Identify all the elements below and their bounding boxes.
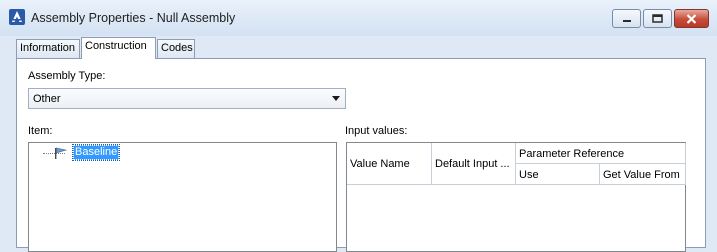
tab-information[interactable]: Information (16, 39, 80, 59)
minimize-icon (622, 19, 631, 22)
column-header-parameter-reference[interactable]: Parameter Reference (516, 143, 686, 164)
tab-construction[interactable]: Construction (81, 37, 156, 59)
tree-item-baseline[interactable]: Baseline (71, 144, 121, 161)
baseline-flag-icon (55, 147, 68, 159)
column-header-default-input[interactable]: Default Input ... (432, 143, 516, 185)
minimize-button[interactable] (612, 9, 641, 28)
input-values-grid[interactable]: Value Name Default Input ... Parameter R… (346, 142, 686, 252)
item-label: Item: (28, 125, 53, 137)
item-tree[interactable]: Baseline (28, 142, 337, 252)
assembly-type-dropdown[interactable]: Other (28, 88, 346, 109)
column-header-get-value-from[interactable]: Get Value From (600, 164, 686, 185)
column-header-value-name[interactable]: Value Name (347, 143, 432, 185)
column-header-use[interactable]: Use (516, 164, 600, 185)
assembly-type-value: Other (33, 93, 61, 105)
maximize-button[interactable] (643, 9, 672, 28)
title-bar[interactable]: Assembly Properties - Null Assembly (0, 0, 717, 36)
window-title: Assembly Properties - Null Assembly (31, 11, 236, 25)
maximize-icon (652, 14, 663, 23)
assembly-type-label: Assembly Type: (28, 70, 106, 82)
chevron-down-icon (332, 96, 340, 101)
tab-codes[interactable]: Codes (157, 39, 195, 59)
close-button[interactable] (674, 9, 709, 28)
app-icon (9, 9, 25, 25)
close-icon (686, 13, 697, 24)
input-values-label: Input values: (345, 125, 408, 137)
